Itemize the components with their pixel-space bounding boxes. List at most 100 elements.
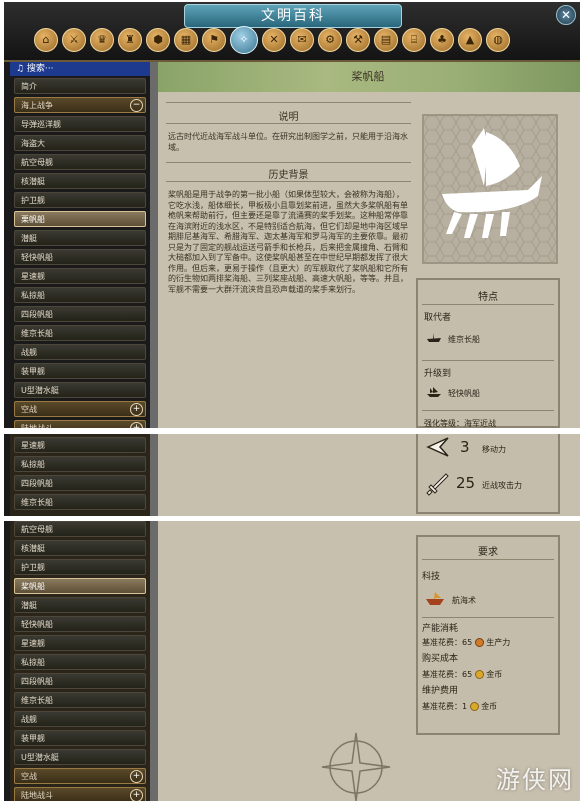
city-icon[interactable]: ▦	[174, 28, 198, 52]
sidebar-item[interactable]: 私掠船	[14, 287, 146, 303]
sidebar-item[interactable]: 四段帆船	[14, 475, 146, 491]
sidebar-item[interactable]: 空战 +	[14, 768, 146, 784]
sidebar-item-label: 装甲舰	[21, 367, 45, 376]
sidebar-item-label: 战舰	[21, 348, 37, 357]
expand-icon[interactable]: +	[130, 770, 143, 783]
sword-icon[interactable]: ⚔	[62, 28, 86, 52]
hex-icon[interactable]: ⬢	[146, 28, 170, 52]
sidebar-item[interactable]: 战舰	[14, 344, 146, 360]
sidebar-item[interactable]: U型潜水艇	[14, 382, 146, 398]
sidebar-item-label: 核潜艇	[21, 544, 45, 553]
sidebar-item[interactable]: 桨帆船	[14, 578, 146, 594]
mountain-icon[interactable]: ▲	[458, 28, 482, 52]
summary-text: 远古时代近战海军战斗单位。在研究出制图学之前，只能用于沿海水域。	[168, 132, 408, 152]
category-icon-bar: ⌂ ⚔ ♛ ♜ ⬢ ▦ ⚑ ✧ ✕ ✉ ⚙ ⚒ ▤ ⌸ ♣ ▲ ◍	[34, 26, 534, 56]
hammer-icon[interactable]: ⚒	[346, 28, 370, 52]
features-box: 特点 取代者 维京长船 升级到 轻快帆船 强化等级：海军近战	[416, 278, 560, 428]
tower-icon[interactable]: ♜	[118, 28, 142, 52]
sidebar-item-label: 海盗大	[21, 139, 45, 148]
sidebar-list: 简介海上战争 − 导弹巡洋舰海盗大航空母舰核潜艇护卫舰栗帆船潜艇轻快帆船星速舰私掠船…	[14, 78, 146, 428]
sidebar-item[interactable]: 潜艇	[14, 230, 146, 246]
sidebar-item[interactable]: 维京长船	[14, 494, 146, 510]
sidebar-item[interactable]: 战舰	[14, 711, 146, 727]
sidebar-item[interactable]: 核潜艇	[14, 540, 146, 556]
crossed-swords-icon[interactable]: ✕	[262, 28, 286, 52]
sidebar-item-label: 装甲舰	[21, 734, 45, 743]
sidebar-item[interactable]: 陆地战斗 +	[14, 420, 146, 428]
caravel-icon[interactable]	[426, 386, 442, 398]
globe-icon[interactable]: ◍	[486, 28, 510, 52]
scrollbar[interactable]	[150, 521, 158, 801]
sidebar-item[interactable]: 栗帆船	[14, 211, 146, 227]
gear-icon[interactable]: ⚙	[318, 28, 342, 52]
sidebar-item-label: 陆地战斗	[21, 791, 53, 800]
tech-value[interactable]: 航海术	[452, 595, 476, 606]
scrollbar[interactable]	[150, 62, 158, 428]
sidebar-item[interactable]: 航空母舰	[14, 154, 146, 170]
expand-icon[interactable]: +	[130, 789, 143, 801]
compass-icon[interactable]: ✧	[230, 26, 258, 54]
divider	[166, 123, 411, 124]
sidebar-item[interactable]: 海上战争 −	[14, 97, 146, 113]
strength-value: 25	[456, 474, 476, 492]
flag-icon[interactable]: ⚑	[202, 28, 226, 52]
sidebar-item-label: 星速舰	[21, 272, 45, 281]
expand-icon[interactable]: +	[130, 403, 143, 416]
sidebar-item[interactable]: 装甲舰	[14, 730, 146, 746]
sword-icon	[426, 473, 449, 496]
sidebar-item[interactable]: 护卫舰	[14, 192, 146, 208]
sidebar-item-label: 潜艇	[21, 234, 37, 243]
maintenance-label: 维护费用	[422, 686, 459, 696]
sidebar-item[interactable]: U型潜水艇	[14, 749, 146, 765]
expand-icon[interactable]: +	[130, 422, 143, 428]
gold-icon	[469, 702, 479, 711]
sidebar-item[interactable]: 航空母舰	[14, 521, 146, 537]
library-icon[interactable]: ▤	[374, 28, 398, 52]
scroll-icon[interactable]: ✉	[290, 28, 314, 52]
home-icon[interactable]: ⌂	[34, 28, 58, 52]
sidebar-item[interactable]: 护卫舰	[14, 559, 146, 575]
sidebar-item[interactable]: 陆地战斗 +	[14, 787, 146, 801]
sidebar-item-label: 桨帆船	[21, 582, 45, 591]
upgrade-value[interactable]: 轻快帆船	[448, 388, 480, 399]
sidebar-item[interactable]: 轻快帆船	[14, 249, 146, 265]
close-icon[interactable]: ✕	[556, 5, 576, 25]
collapse-icon[interactable]: −	[130, 99, 143, 112]
sidebar-item[interactable]: 私掠船	[14, 654, 146, 670]
sidebar-item-label: 四段帆船	[21, 310, 53, 319]
sidebar-item-label: 海上战争	[21, 101, 53, 110]
sidebar-item[interactable]: 潜艇	[14, 597, 146, 613]
sidebar-item-label: 空战	[21, 405, 37, 414]
sidebar-item[interactable]: 私掠船	[14, 456, 146, 472]
history-title: 历史背景	[268, 170, 309, 181]
sidebar-item[interactable]: 维京长船	[14, 692, 146, 708]
sidebar-item[interactable]: 导弹巡洋舰	[14, 116, 146, 132]
sidebar-item-label: 星速舰	[21, 441, 45, 450]
replaced-by-label: 取代者	[424, 313, 452, 323]
scrollbar[interactable]	[150, 434, 158, 516]
sidebar-item-label: 维京长船	[21, 329, 53, 338]
sidebar-item-label: 维京长船	[21, 498, 53, 507]
sidebar-item[interactable]: 星速舰	[14, 635, 146, 651]
sidebar-item[interactable]: 四段帆船	[14, 306, 146, 322]
bank-icon[interactable]: ⌸	[402, 28, 426, 52]
replaced-by-value[interactable]: 维京长船	[448, 334, 480, 345]
sailing-tech-icon[interactable]	[424, 589, 446, 607]
sidebar-item[interactable]: 轻快帆船	[14, 616, 146, 632]
forest-icon[interactable]: ♣	[430, 28, 454, 52]
sidebar-item[interactable]: 空战 +	[14, 401, 146, 417]
gold-icon	[474, 670, 484, 679]
sidebar-item[interactable]: 海盗大	[14, 135, 146, 151]
crown-icon[interactable]: ♛	[90, 28, 114, 52]
sidebar-item[interactable]: 星速舰	[14, 437, 146, 453]
sidebar-item[interactable]: 维京长船	[14, 325, 146, 341]
sidebar-item[interactable]: 星速舰	[14, 268, 146, 284]
longship-icon[interactable]	[426, 332, 442, 344]
features-title: 特点	[478, 292, 498, 303]
sidebar-item[interactable]: 装甲舰	[14, 363, 146, 379]
encyclopedia-panel-top: 文明百科 ✕ ⌂ ⚔ ♛ ♜ ⬢ ▦ ⚑ ✧ ✕ ✉ ⚙ ⚒ ▤ ⌸ ♣ ▲ ◍ 桨帆船 ♫ 搜索··· 简介海…	[4, 2, 580, 428]
search-input[interactable]: ♫ 搜索···	[10, 62, 150, 76]
sidebar-item[interactable]: 简介	[14, 78, 146, 94]
sidebar-item[interactable]: 核潜艇	[14, 173, 146, 189]
sidebar-item[interactable]: 四段帆船	[14, 673, 146, 689]
